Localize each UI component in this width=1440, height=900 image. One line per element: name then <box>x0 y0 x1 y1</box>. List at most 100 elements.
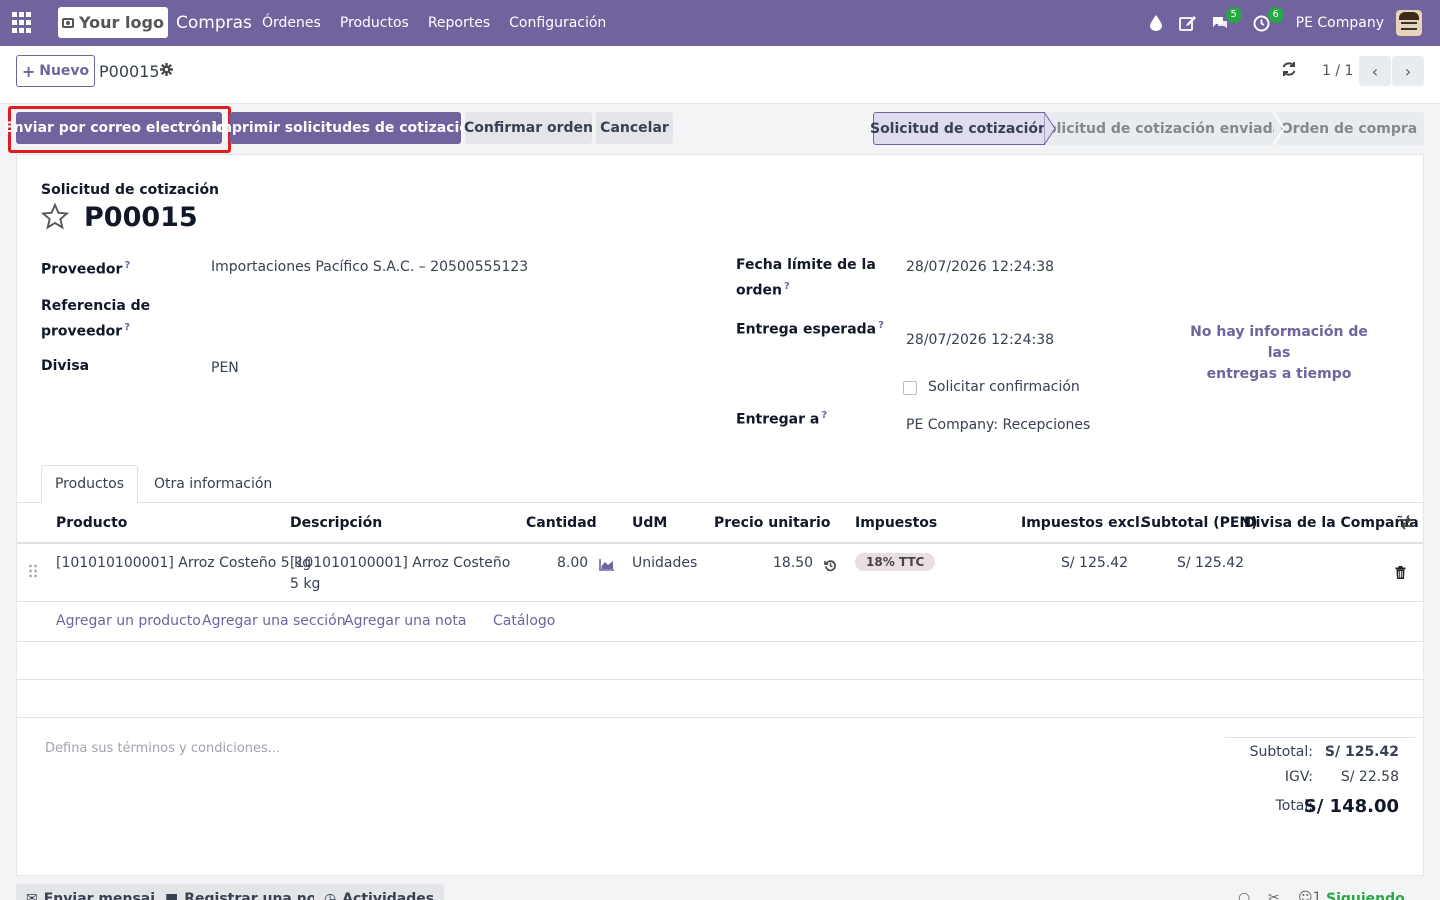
menu-item-configuration[interactable]: Configuración <box>509 15 606 31</box>
ask-confirmation-label: Solicitar confirmación <box>928 379 1080 395</box>
confirm-order-button[interactable]: Confirmar orden <box>464 112 593 144</box>
send-email-button[interactable]: Enviar por correo electrónico <box>4 112 234 144</box>
send-message-button[interactable]: ✉ Enviar mensaje <box>16 884 175 900</box>
control-panel: + Nuevo P00015 1 / 1 ‹ › <box>0 46 1440 104</box>
new-button-label: Nuevo <box>39 63 90 79</box>
company-logo[interactable]: Your logo <box>58 7 168 38</box>
add-section-link[interactable]: Agregar una sección <box>202 613 346 629</box>
print-rfq-button[interactable]: Imprimir solicitudes de cotización <box>212 112 479 144</box>
line-uom[interactable]: Unidades <box>632 553 697 574</box>
currency-label: Divisa <box>41 358 90 374</box>
tax-tag[interactable]: 18% TTC <box>855 553 936 571</box>
total-value: S/ 148.00 <box>1303 796 1399 817</box>
table-row[interactable]: [101010100001] Arroz Costeño 5 kg [10101… <box>17 544 1423 602</box>
currency-field[interactable]: PEN <box>211 360 239 376</box>
tab-products[interactable]: Productos <box>41 465 138 503</box>
notebook-tabs: Productos Otra información <box>17 465 1423 503</box>
catalog-link[interactable]: Catálogo <box>493 613 555 629</box>
search-icon[interactable]: ○ <box>1238 890 1250 900</box>
note-icon: ■ <box>165 891 179 900</box>
forecast-chart-icon[interactable] <box>599 558 615 575</box>
activities-button[interactable]: ◷ Actividades <box>314 884 445 900</box>
column-settings-icon[interactable] <box>1398 516 1414 534</box>
column-uom[interactable]: UdM <box>632 515 667 531</box>
stage-purchase-order[interactable]: Orden de compra <box>1274 112 1424 145</box>
main-menu: Órdenes Productos Reportes Configuración <box>262 15 606 31</box>
vendor-reference-label: Referencia de proveedor? <box>41 298 151 340</box>
help-icon[interactable]: ? <box>821 410 827 421</box>
ask-confirmation-checkbox[interactable] <box>903 381 917 395</box>
trash-icon[interactable] <box>1395 566 1406 583</box>
envelope-icon: ✉ <box>26 891 38 900</box>
following-button[interactable]: Siguiendo <box>1326 891 1405 900</box>
stage-rfq[interactable]: Solicitud de cotización <box>870 112 1048 145</box>
clock-icon[interactable]: 6 <box>1252 7 1284 33</box>
empty-row <box>17 680 1423 718</box>
menu-item-orders[interactable]: Órdenes <box>262 15 321 31</box>
history-icon[interactable] <box>824 559 837 576</box>
star-icon[interactable] <box>40 202 70 234</box>
help-icon[interactable]: ? <box>878 320 884 331</box>
vendor-field[interactable]: Importaciones Pacífico S.A.C. – 20500555… <box>211 259 528 275</box>
logo-text: Your logo <box>79 13 164 32</box>
menu-item-products[interactable]: Productos <box>340 15 409 31</box>
column-description[interactable]: Descripción <box>290 515 382 531</box>
followers-button[interactable]: ☺1 <box>1298 890 1322 900</box>
help-icon[interactable]: ? <box>124 322 130 333</box>
igv-value: S/ 22.58 <box>1340 769 1399 785</box>
new-button[interactable]: + Nuevo <box>16 55 95 87</box>
camera-icon <box>62 17 75 28</box>
stage-arrow-divider <box>1273 112 1285 145</box>
line-product[interactable]: [101010100001] Arroz Costeño 5 kg <box>56 553 311 574</box>
column-subtotal[interactable]: Subtotal (PEN) <box>1141 515 1258 531</box>
apps-menu-icon[interactable] <box>12 12 34 34</box>
vendor-label: Proveedor? <box>41 260 131 278</box>
systray: 5 6 PE Company <box>1146 0 1440 46</box>
paperclip-icon[interactable]: ✂ <box>1268 890 1280 900</box>
column-unit-price[interactable]: Precio unitario <box>714 515 830 531</box>
pager-previous-button[interactable]: ‹ <box>1359 56 1391 86</box>
stage-rfq-sent[interactable]: Solicitud de cotización enviada <box>1037 112 1282 145</box>
line-untaxed: S/ 125.42 <box>1061 555 1129 571</box>
subtotal-value: S/ 125.42 <box>1324 744 1399 760</box>
column-product[interactable]: Producto <box>56 515 127 531</box>
user-avatar[interactable] <box>1396 10 1422 36</box>
deliver-to-field[interactable]: PE Company: Recepciones <box>906 417 1090 433</box>
drop-icon[interactable] <box>1146 13 1166 33</box>
line-subtotal: S/ 125.42 <box>1177 555 1245 571</box>
drag-handle-icon[interactable] <box>28 564 38 582</box>
app-name[interactable]: Compras <box>176 13 252 33</box>
order-lines-header: Producto Descripción Cantidad UdM Precio… <box>17 504 1423 544</box>
column-quantity[interactable]: Cantidad <box>526 515 597 531</box>
pager-next-button[interactable]: › <box>1392 56 1424 86</box>
add-product-link[interactable]: Agregar un producto <box>56 613 201 629</box>
help-icon[interactable]: ? <box>784 281 790 292</box>
stage-arrow-active <box>1044 112 1056 145</box>
subtotal-row: Subtotal: S/ 125.42 <box>1225 744 1415 768</box>
gear-icon[interactable] <box>160 63 173 80</box>
column-untaxed[interactable]: Impuestos excl. <box>1021 515 1145 531</box>
company-switcher[interactable]: PE Company <box>1296 15 1384 31</box>
order-deadline-field[interactable]: 28/07/2026 12:24:38 <box>906 259 1054 275</box>
igv-label: IGV: <box>1284 769 1313 785</box>
line-unit-price[interactable]: 18.50 <box>773 553 813 574</box>
edit-icon[interactable] <box>1178 13 1198 33</box>
terms-and-conditions-field[interactable]: Defina sus términos y condiciones... <box>45 741 280 756</box>
line-quantity[interactable]: 8.00 <box>557 553 588 574</box>
total-row: Total: S/ 148.00 <box>1225 796 1415 826</box>
on-time-delivery-info[interactable]: No hay información de las entregas a tie… <box>1179 322 1379 385</box>
breadcrumb-record: P00015 <box>99 62 160 81</box>
refresh-icon[interactable] <box>1281 61 1297 82</box>
line-description[interactable]: [101010100001] Arroz Costeño 5 kg <box>290 553 510 595</box>
top-navbar: Your logo Compras Órdenes Productos Repo… <box>0 0 1440 46</box>
add-note-link[interactable]: Agregar una nota <box>344 613 466 629</box>
cancel-button[interactable]: Cancelar <box>596 112 673 144</box>
column-company-currency[interactable]: Divisa de la Compañía <box>1244 515 1419 531</box>
menu-item-reports[interactable]: Reportes <box>428 15 490 31</box>
expected-arrival-field[interactable]: 28/07/2026 12:24:38 <box>906 332 1054 348</box>
help-icon[interactable]: ? <box>124 260 130 271</box>
tab-other-info[interactable]: Otra información <box>154 465 272 503</box>
messages-badge: 5 <box>1225 7 1242 23</box>
chat-icon[interactable]: 5 <box>1210 7 1242 33</box>
column-taxes[interactable]: Impuestos <box>855 515 937 531</box>
